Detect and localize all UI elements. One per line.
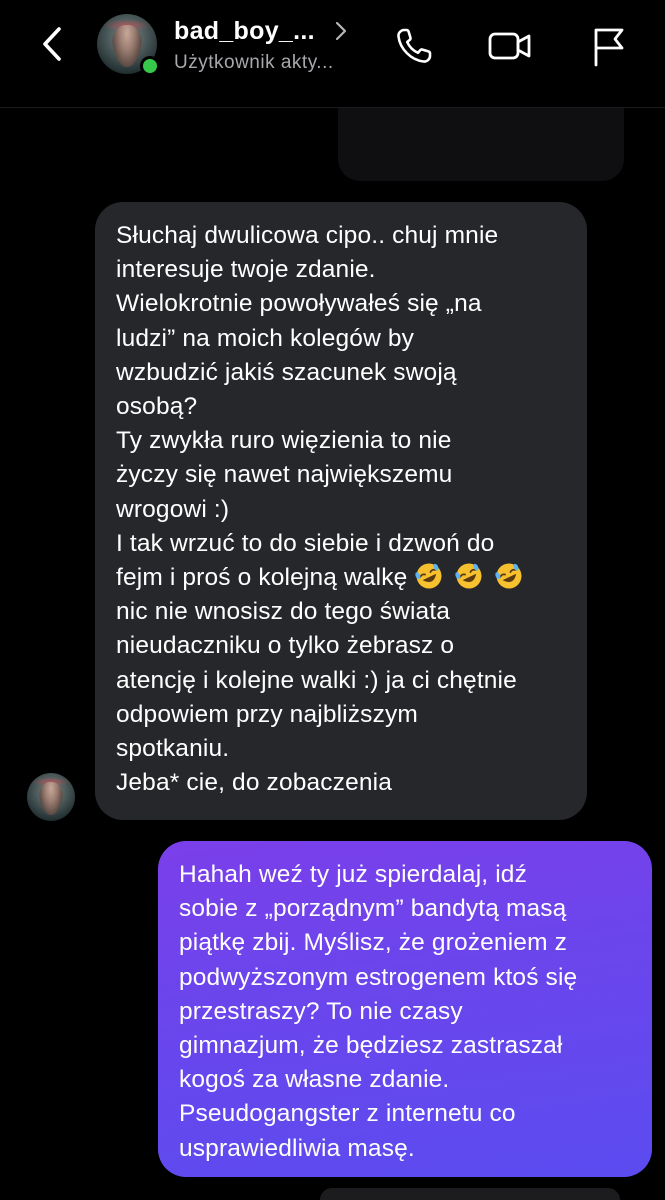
incoming-message-bubble[interactable]: Słuchaj dwulicowa cipo.. chuj mnie inter… — [95, 202, 587, 820]
message-line: Słuchaj dwulicowa cipo.. chuj mnie — [116, 222, 499, 249]
message-line: spotkaniu. — [116, 735, 230, 763]
message-line: interesuje twoje zdanie. — [116, 256, 376, 284]
message-line: piątkę zbij. Myślisz, że grożeniem z — [179, 929, 567, 957]
message-line: życzy się nawet największemu — [116, 461, 453, 489]
chat-header: bad_boy_... Użytkownik akty... — [0, 0, 665, 108]
chevron-right-icon[interactable] — [334, 21, 348, 41]
emoji-group — [413, 561, 525, 591]
video-camera-icon — [488, 32, 531, 60]
contact-name[interactable]: bad_boy_... — [174, 17, 315, 46]
back-button[interactable] — [30, 22, 74, 66]
next-message-edge — [320, 1188, 620, 1200]
phone-icon — [397, 28, 432, 63]
message-line: Pseudogangster z internetu co — [179, 1100, 516, 1128]
contact-status: Użytkownik akty... — [174, 52, 334, 73]
message-line-text: fejm i proś o kolejną walkę — [116, 564, 408, 592]
message-line: ludzi” na moich kolegów by — [116, 324, 415, 352]
message-line: usprawiedliwia masę. — [179, 1134, 415, 1162]
message-line: wrogowi :) — [116, 495, 230, 523]
online-indicator — [140, 56, 160, 76]
message-line: odpowiem przy najbliższym — [116, 700, 418, 728]
message-line: nic nie wnosisz do tego świata — [116, 598, 451, 626]
message-line: Wielokrotnie powoływałeś się „na — [116, 290, 482, 318]
previous-message-bubble[interactable] — [338, 100, 624, 181]
message-line: atencję i kolejne walki :) ja ci chętnie — [116, 666, 517, 694]
message-line: I tak wrzuć to do siebie i dzwoń do — [116, 529, 495, 557]
message-line: nieudaczniku o tylko żebrasz o — [116, 632, 455, 660]
chevron-left-icon — [43, 27, 61, 61]
message-line-with-emoji: fejm i proś o kolejną walkę — [116, 561, 567, 595]
message-line: Jeba* cie, do zobaczenia — [116, 769, 393, 797]
message-line: sobie z „porządnym” bandytą masą — [179, 895, 567, 923]
rolling-on-floor-laughing-emoji — [455, 563, 482, 589]
message-line: osobą? — [116, 393, 198, 421]
message-line: wzbudzić jakiś szacunek swoją — [116, 358, 457, 386]
message-line: Ty zwykła ruro więzienia to nie — [116, 427, 452, 455]
video-call-button[interactable] — [486, 22, 534, 70]
message-line: gimnazjum, że będziesz zastraszał — [179, 1032, 563, 1060]
call-button[interactable] — [390, 22, 438, 70]
message-line: przestraszy? To nie czasy — [179, 997, 463, 1025]
outgoing-message-bubble[interactable]: Hahah weź ty już spierdalaj, idź sobie z… — [158, 841, 652, 1177]
message-line: Hahah weź ty już spierdalaj, idź — [179, 861, 527, 888]
flag-icon — [594, 28, 624, 67]
report-button[interactable] — [584, 22, 632, 70]
sender-avatar[interactable] — [27, 773, 75, 821]
rolling-on-floor-laughing-emoji — [415, 563, 442, 589]
message-line: podwyższonym estrogenem ktoś się — [179, 963, 578, 991]
message-line: kogoś za własne zdanie. — [179, 1066, 450, 1094]
rolling-on-floor-laughing-emoji — [495, 563, 522, 589]
